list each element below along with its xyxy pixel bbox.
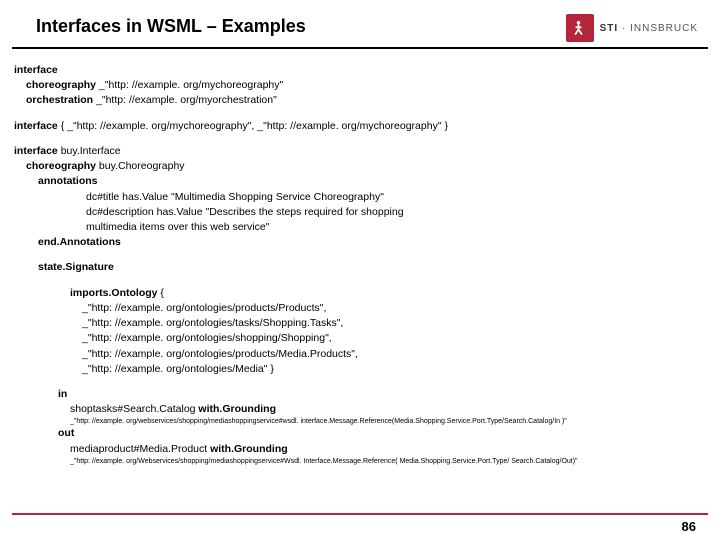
- kw-choreography: choreography: [26, 79, 96, 91]
- example-block-2: interface { _"http: //example. org/mycho…: [14, 119, 706, 134]
- chor-uri: _"http: //example. org/mychoreography": [96, 79, 283, 91]
- kw-end-annotations: end.Annotations: [38, 236, 121, 248]
- example-block-1: interface choreography _"http: //example…: [14, 63, 706, 109]
- brand-text: STI · INNSBRUCK: [600, 23, 698, 34]
- kw-imports-ontology: imports.Ontology: [70, 287, 158, 299]
- kw-out: out: [58, 427, 74, 439]
- kw-choreography: choreography: [26, 160, 96, 172]
- kw-annotations: annotations: [38, 175, 98, 187]
- import-line: _"http: //example. org/ontologies/tasks/…: [14, 316, 706, 331]
- kw-interface: interface: [14, 120, 58, 132]
- in-block: in shoptasks#Search.Catalog with.Groundi…: [14, 387, 706, 466]
- header-rule: [12, 47, 708, 49]
- example-block-3: interface buy.Interface choreography buy…: [14, 144, 706, 251]
- brace-open: {: [158, 287, 164, 299]
- out-grounding-uri: _"http: //example. org/Webservices/shopp…: [14, 457, 706, 466]
- brand-logo: STI · INNSBRUCK: [566, 14, 698, 42]
- import-line: _"http: //example. org/ontologies/produc…: [14, 301, 706, 316]
- annotation-line: multimedia items over this web service": [14, 220, 706, 235]
- in-item: shoptasks#Search.Catalog: [70, 403, 198, 415]
- kw-orchestration: orchestration: [26, 94, 93, 106]
- footer: 86: [0, 513, 720, 534]
- kw-state-signature: state.Signature: [38, 261, 114, 273]
- import-line: _"http: //example. org/ontologies/shoppi…: [14, 331, 706, 346]
- import-line: _"http: //example. org/ontologies/Media"…: [14, 362, 706, 377]
- import-line: _"http: //example. org/ontologies/produc…: [14, 347, 706, 362]
- logo-icon: [566, 14, 594, 42]
- chor-name: buy.Choreography: [96, 160, 185, 172]
- kw-interface: interface: [14, 64, 58, 76]
- out-item: mediaproduct#Media.Product: [70, 443, 210, 455]
- state-signature: state.Signature: [14, 260, 706, 275]
- annotation-line: dc#title has.Value "Multimedia Shopping …: [14, 190, 706, 205]
- page-number: 86: [0, 519, 720, 534]
- imports-block: imports.Ontology { _"http: //example. or…: [14, 286, 706, 377]
- annotation-line: dc#description has.Value "Describes the …: [14, 205, 706, 220]
- iface-name: buy.Interface: [58, 145, 121, 157]
- in-grounding-uri: _"http: //example. org/webservices/shopp…: [14, 417, 706, 426]
- footer-rule: [12, 513, 708, 515]
- kw-with-grounding: with.Grounding: [210, 443, 288, 455]
- kw-with-grounding: with.Grounding: [198, 403, 276, 415]
- interface-set: { _"http: //example. org/mychoreography"…: [58, 120, 448, 132]
- slide-body: interface choreography _"http: //example…: [0, 57, 720, 466]
- orch-uri: _"http: //example. org/myorchestration": [93, 94, 277, 106]
- kw-interface: interface: [14, 145, 58, 157]
- kw-in: in: [58, 388, 67, 400]
